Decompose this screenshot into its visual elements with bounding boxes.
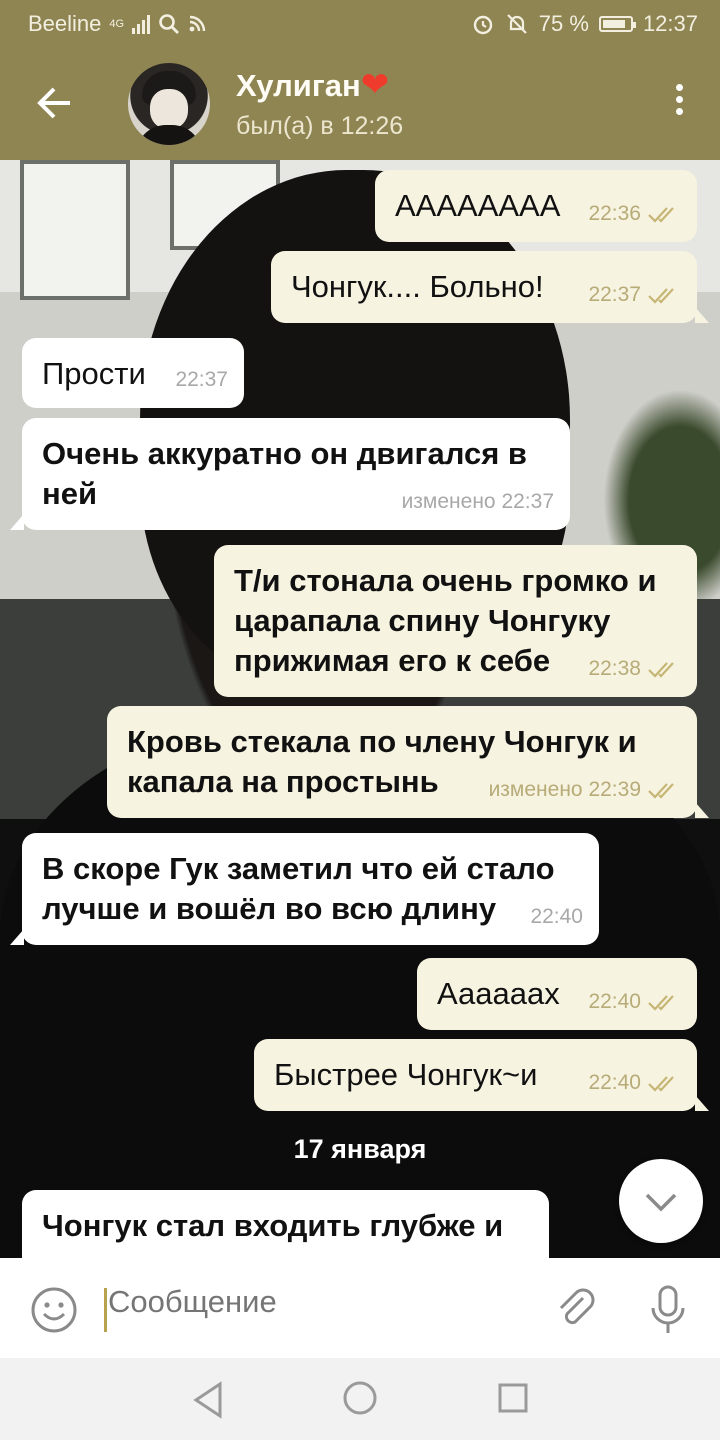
background-image [20, 160, 130, 300]
system-nav-bar [0, 1358, 720, 1440]
message-text: Быстрее Чонгук~и [274, 1057, 538, 1092]
message-time: 22:37 [175, 368, 228, 391]
contact-name[interactable]: Хулиган❤ [236, 68, 389, 104]
search-icon [159, 14, 180, 34]
message-time: изменено 22:39 [488, 778, 641, 801]
message-text: Чонгук стал входить глубже и [42, 1208, 504, 1243]
message-time: 22:38 [588, 657, 641, 680]
emoji-icon[interactable] [30, 1286, 78, 1334]
text-cursor [104, 1288, 107, 1332]
message-bubble-incoming[interactable]: Прости 22:37 [22, 338, 244, 408]
message-text: Чонгук.... Больно! [291, 269, 544, 304]
battery-percent: 75 % [538, 11, 589, 36]
status-bar: Beeline 4G 75 % 12:37 [0, 0, 720, 48]
double-check-icon [648, 207, 674, 223]
back-arrow-icon[interactable] [30, 78, 80, 128]
message-text: АААААААА [395, 188, 561, 223]
message-bubble-outgoing[interactable]: Быстрее Чонгук~и 22:40 [254, 1039, 709, 1111]
message-meta: 22:38 [588, 649, 681, 689]
message-meta: 22:40 [588, 982, 681, 1022]
microphone-icon[interactable] [648, 1284, 688, 1336]
message-bubble-outgoing[interactable]: Т/и стонала очень громко и царапала спин… [214, 545, 697, 697]
double-check-icon [648, 995, 674, 1011]
message-bubble-outgoing[interactable]: Чонгук.... Больно! 22:37 [271, 251, 709, 323]
message-input[interactable] [108, 1284, 508, 1320]
more-vert-icon[interactable] [672, 84, 686, 124]
contact-status: был(а) в 12:26 [236, 112, 404, 140]
message-bubble-incoming[interactable]: Очень аккуратно он двигался в ней измене… [10, 418, 570, 530]
nav-recent-icon[interactable] [497, 1382, 529, 1414]
message-bubble-outgoing[interactable]: АААААААА 22:36 [375, 170, 697, 242]
message-text: В скоре Гук заметил что ей стало лучше и… [42, 851, 555, 926]
mute-bell-icon [507, 14, 527, 34]
network-type: 4G [109, 18, 125, 30]
message-meta: 22:40 [588, 1063, 681, 1103]
chevron-down-icon [645, 1193, 677, 1212]
double-check-icon [648, 288, 674, 304]
message-time: 22:40 [588, 990, 641, 1013]
battery-icon [598, 16, 636, 32]
avatar[interactable] [128, 63, 210, 145]
message-meta: 22:36 [588, 194, 681, 234]
scroll-down-button[interactable] [619, 1159, 703, 1243]
message-text: Аааааах [437, 976, 560, 1011]
chat-header: Хулиган❤ был(а) в 12:26 [0, 48, 720, 160]
double-check-icon [648, 1076, 674, 1092]
message-bubble-outgoing[interactable]: Аааааах 22:40 [417, 958, 697, 1030]
message-meta: 22:37 [588, 275, 681, 315]
message-time: изменено 22:37 [401, 490, 554, 513]
nav-back-icon[interactable] [190, 1380, 226, 1420]
message-meta: изменено 22:39 [489, 770, 681, 810]
message-meta: 22:40 [530, 897, 583, 937]
double-check-icon [648, 783, 674, 799]
message-bubble-incoming[interactable]: Чонгук стал входить глубже и [22, 1190, 549, 1258]
date-separator: 17 января [293, 1134, 427, 1164]
message-time: 22:40 [530, 905, 583, 928]
clock: 12:37 [642, 11, 698, 36]
paperclip-icon[interactable] [553, 1286, 601, 1334]
message-text: Прости [42, 356, 146, 391]
message-time: 22:37 [588, 283, 641, 306]
message-meta: изменено 22:37 [402, 482, 554, 522]
message-bubble-incoming[interactable]: В скоре Гук заметил что ей стало лучше и… [10, 833, 599, 945]
carrier-name: Beeline [28, 11, 102, 36]
double-check-icon [648, 662, 674, 678]
message-input-bar [0, 1258, 720, 1358]
nav-home-icon[interactable] [342, 1380, 378, 1416]
message-bubble-outgoing[interactable]: Кровь стекала по члену Чонгук и капала н… [107, 706, 709, 818]
signal-icon [132, 14, 151, 34]
message-meta: 22:37 [175, 360, 228, 400]
rss-icon [189, 15, 206, 32]
alarm-icon [473, 15, 492, 35]
message-time: 22:40 [588, 1071, 641, 1094]
message-time: 22:36 [588, 202, 641, 225]
chat-area[interactable]: АААААААА 22:36 Чонгук.... Больно! 22:37 … [0, 160, 720, 1258]
heart-icon: ❤ [360, 66, 390, 104]
